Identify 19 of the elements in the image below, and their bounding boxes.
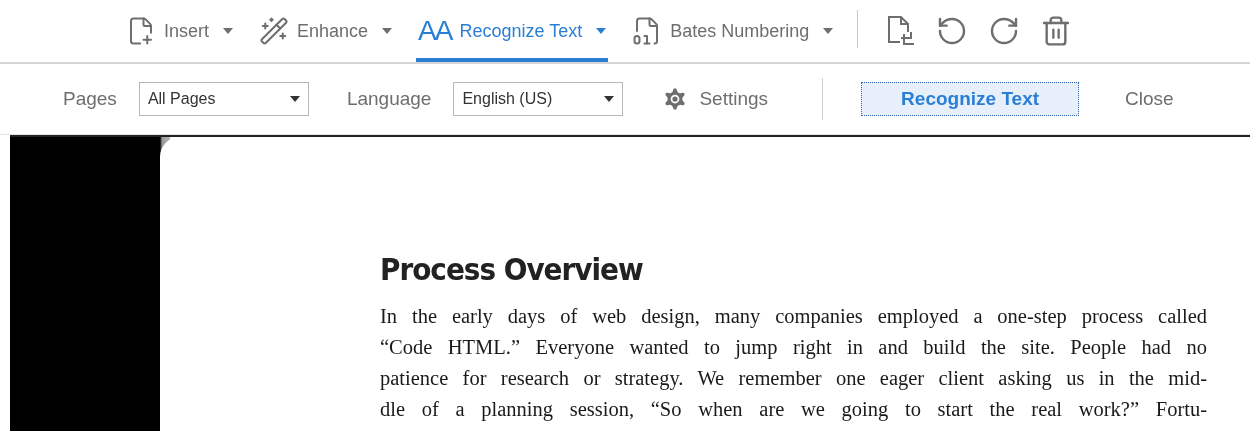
toolbar-tab[interactable]: Bates Numbering xyxy=(630,0,836,62)
toolbar-tab[interactable]: Enhance xyxy=(257,0,395,62)
magic-wand-icon xyxy=(259,16,290,46)
settings-button[interactable]: Settings xyxy=(661,85,769,113)
pages-dropdown[interactable]: All Pages xyxy=(138,82,309,116)
caret-icon xyxy=(382,28,393,34)
section-heading: Process Overview xyxy=(380,251,644,287)
toolbar-tab[interactable]: Insert xyxy=(124,0,236,62)
close-button[interactable]: Close xyxy=(1119,87,1180,111)
caret-icon xyxy=(823,28,834,34)
text-glyph-icon: AA xyxy=(418,15,452,47)
caret-icon xyxy=(596,28,607,34)
pages-label: Pages xyxy=(63,88,117,110)
language-dropdown[interactable]: English (US) xyxy=(453,82,624,116)
caret-icon xyxy=(223,28,234,34)
toolbar-tab[interactable]: AA Recognize Text xyxy=(416,0,609,62)
body-paragraph: In the early days of web design, many companies employed a one-step process called “Code HTML.” Everyone wanted to jump right in and build the site. People had no patience for research or strategy. We remember one eager client asking us in the mid- dle of a planning session, “So when are we going to start the real work?” Fortu- xyxy=(380,304,1207,423)
recognize-text-button[interactable]: Recognize Text xyxy=(861,82,1080,116)
language-label: Language xyxy=(346,88,432,110)
